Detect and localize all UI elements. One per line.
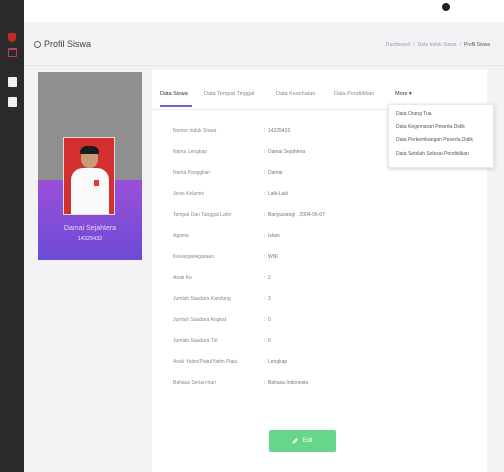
field-colon: : [264,170,266,176]
field-value: 0 [268,317,271,323]
field-label: Nomor Induk Siswa [173,128,217,134]
more-dropdown: Data Orang Tua Data Kegemaran Peserta Di… [388,104,494,168]
student-photo [63,137,115,215]
field-colon: : [264,128,266,134]
field-value: Islam [268,233,280,239]
field-label: Anak Ke [173,275,192,281]
field-value: 0 [268,338,271,344]
field-colon: : [264,233,266,239]
tab-data-siswa[interactable]: Data Siswa [160,91,188,97]
profile-card: Damai Sejahtera 14325432 [38,72,142,260]
pencil-icon [292,438,299,444]
field-label: Jumlah Saudara Tiri [173,338,218,344]
field-value: Banyuwangi , 2004-06-07 [268,212,325,218]
field-colon: : [264,317,266,323]
field-value: 3 [268,296,271,302]
alert-icon[interactable] [8,33,16,42]
field-colon: : [264,191,266,197]
menu-item-data-orang-tua[interactable]: Data Orang Tua [396,111,432,117]
profile-nis: 14325432 [77,236,103,242]
breadcrumb-current: Profil Siswa [463,42,490,48]
field-value: 2 [268,275,271,281]
field-value: Lengkap [268,359,288,365]
field-value: Bahasa Indonesia [268,380,309,386]
field-value: Laki-Laki [268,191,289,197]
breadcrumb-separator: / [459,42,461,48]
breadcrumb-separator: / [413,42,415,48]
tab-data-pendidikan[interactable]: Data Pendidikan [334,91,374,97]
field-value: 14325432 [268,128,291,134]
page-header: Profil Siswa Dashboard / Data Induk Sisw… [24,22,504,66]
field-colon: : [264,338,266,344]
breadcrumb-dashboard[interactable]: Dashboard [386,42,410,48]
user-avatar[interactable] [442,3,450,11]
field-value: Damai [268,170,283,176]
file-icon[interactable] [8,97,17,107]
field-colon: : [264,254,266,260]
field-colon: : [264,212,266,218]
field-label: Tempat Dan Tanggal Lahir [173,212,232,218]
circle-icon [34,40,41,48]
active-tab-indicator [160,105,192,107]
field-value: WNI [268,254,278,260]
field-colon: : [264,275,266,281]
edit-button-label: Edit [302,438,313,444]
file-icon[interactable] [8,77,17,87]
tab-data-kesehatan[interactable]: Data Kesehatan [276,91,315,97]
top-bar [24,0,504,22]
field-label: Nama Panggilan [173,170,210,176]
menu-item-data-setelah-selesai[interactable]: Data Setelah Selesai Pendidikan [396,151,469,157]
field-label: Agama [173,233,189,239]
field-label: Jumlah Saudara Kandung [173,296,231,302]
field-label: Anak Yatim/Piatu/Yatim Piatu [173,359,238,365]
page-title: Profil Siswa [34,39,91,49]
breadcrumb-data-induk[interactable]: Data Induk Siswa [418,42,457,48]
breadcrumb: Dashboard / Data Induk Siswa / Profil Si… [386,42,490,48]
profile-name: Damai Sejahtera [63,225,117,232]
field-colon: : [264,359,266,365]
field-colon: : [264,296,266,302]
home-icon[interactable] [8,48,17,57]
field-value: Damai Sejahtera [268,149,306,155]
page-title-text: Profil Siswa [44,39,92,49]
left-sidebar [0,0,24,472]
edit-button[interactable]: Edit [269,430,336,452]
field-label: Jenis Kelamin [173,191,205,197]
field-label: Jumlah Saudara Angkat [173,317,227,323]
field-label: Bahasa Sehari-hari [173,380,216,386]
tab-data-tempat-tinggal[interactable]: Data Tempat Tinggal [204,91,254,97]
tab-more[interactable]: More ▾ [395,91,412,97]
field-label: Nama Lengkap [173,149,207,155]
menu-item-data-kegemaran[interactable]: Data Kegemaran Peserta Didik [396,124,465,130]
menu-item-data-perkembangan[interactable]: Data Perkembangan Peserta Didik [396,137,473,143]
field-label: Kewarganegaraan [173,254,214,260]
field-colon: : [264,380,266,386]
field-colon: : [264,149,266,155]
